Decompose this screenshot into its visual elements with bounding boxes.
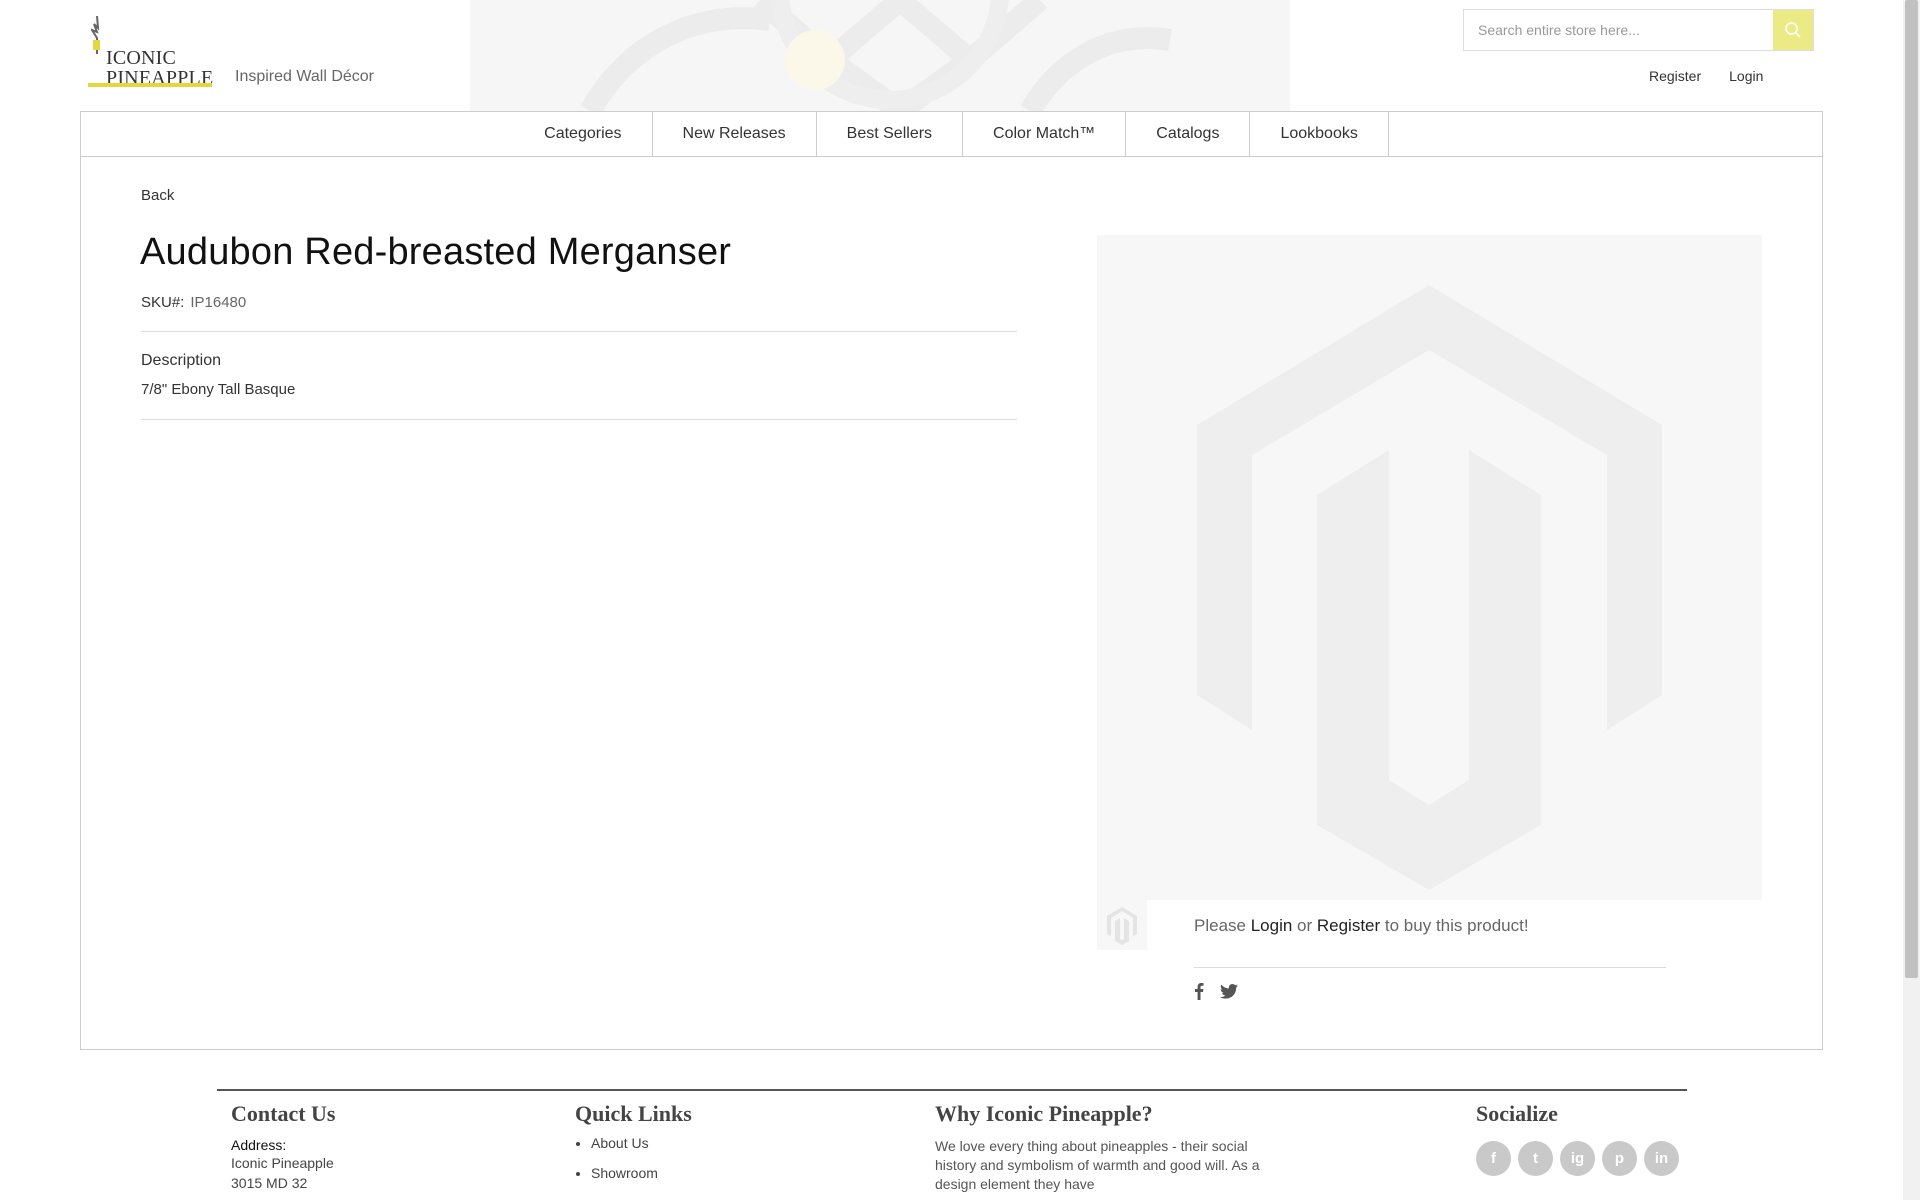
description-heading: Description — [141, 352, 222, 369]
product-image[interactable] — [1097, 235, 1762, 900]
address-line: Iconic Pineapple — [231, 1155, 334, 1171]
sku-value: IP16480 — [190, 294, 247, 311]
logo-underline — [88, 83, 212, 87]
buy-message: Please Login or Register to buy this pro… — [1194, 916, 1529, 935]
description-text: 7/8" Ebony Tall Basque — [141, 381, 296, 398]
image-placeholder-icon — [1107, 907, 1137, 945]
quick-link-showroom[interactable]: Showroom — [591, 1165, 692, 1181]
divider — [141, 331, 1017, 332]
facebook-icon[interactable] — [1194, 982, 1204, 1000]
why-text: We love every thing about pineapples - t… — [935, 1138, 1260, 1192]
search-icon — [1785, 22, 1801, 38]
nav-item-new-releases[interactable]: New Releases — [653, 112, 817, 156]
main-nav: Categories New Releases Best Sellers Col… — [80, 111, 1823, 157]
linkedin-icon[interactable]: in — [1644, 1141, 1679, 1176]
quick-link-about-us[interactable]: About Us — [591, 1135, 692, 1151]
address-line: 3015 MD 32 — [231, 1175, 308, 1191]
footer-divider — [217, 1089, 1687, 1091]
register-link[interactable]: Register — [1649, 68, 1701, 84]
nav-item-lookbooks[interactable]: Lookbooks — [1250, 112, 1389, 156]
nav-item-categories[interactable]: Categories — [514, 112, 653, 156]
logo-text: ICONIC PINEAPPLE — [106, 47, 214, 89]
search-input[interactable] — [1464, 10, 1774, 50]
search-box — [1463, 9, 1814, 51]
footer-why: Why Iconic Pineapple? We love every thin… — [935, 1101, 1265, 1194]
instagram-icon[interactable]: ig — [1560, 1141, 1595, 1176]
buy-login-link[interactable]: Login — [1251, 916, 1293, 935]
account-links: Register Login — [1649, 68, 1763, 84]
address-label: Address: — [231, 1137, 287, 1153]
contact-heading: Contact Us — [231, 1101, 336, 1126]
footer-quick-links: Quick Links About Us Showroom — [575, 1101, 692, 1195]
footer-socialize: Socialize f t ig p in — [1476, 1101, 1679, 1176]
site-tagline: Inspired Wall Décor — [235, 68, 375, 85]
socialize-heading: Socialize — [1476, 1101, 1558, 1126]
sku-label: SKU#: — [141, 294, 185, 311]
nav-item-best-sellers[interactable]: Best Sellers — [817, 112, 964, 156]
product-sku: SKU#: IP16480 — [141, 294, 246, 311]
twitter-icon[interactable] — [1220, 983, 1238, 999]
nav-item-catalogs[interactable]: Catalogs — [1126, 112, 1251, 156]
product-title: Audubon Red-breasted Merganser — [140, 231, 732, 273]
header-background-ornament — [470, 0, 1290, 111]
site-logo[interactable]: ICONIC PINEAPPLE — [88, 14, 214, 90]
image-placeholder-icon — [1197, 285, 1662, 890]
login-link[interactable]: Login — [1729, 68, 1763, 84]
scrollbar-thumb[interactable] — [1905, 0, 1918, 978]
nav-item-color-match[interactable]: Color Match™ — [963, 112, 1127, 156]
facebook-icon[interactable]: f — [1476, 1141, 1511, 1176]
buy-register-link[interactable]: Register — [1317, 916, 1380, 935]
share-links — [1194, 982, 1238, 1000]
search-button[interactable] — [1773, 10, 1813, 50]
back-link[interactable]: Back — [141, 187, 174, 204]
product-thumbnail[interactable] — [1097, 900, 1147, 950]
why-heading: Why Iconic Pineapple? — [935, 1101, 1153, 1126]
pinterest-icon[interactable]: p — [1602, 1141, 1637, 1176]
quick-links-heading: Quick Links — [575, 1101, 692, 1126]
footer-contact: Contact Us Address: Iconic Pineapple 301… — [231, 1101, 336, 1193]
divider — [141, 419, 1017, 420]
divider — [1194, 967, 1666, 968]
twitter-icon[interactable]: t — [1518, 1141, 1553, 1176]
